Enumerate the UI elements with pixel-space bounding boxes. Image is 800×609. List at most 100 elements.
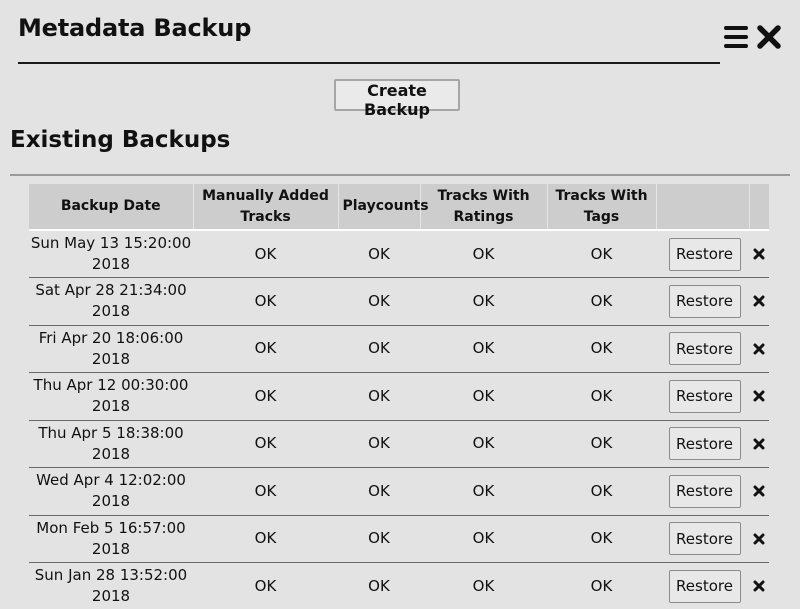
restore-cell: Restore	[656, 372, 749, 421]
restore-button[interactable]: Restore	[668, 379, 741, 413]
backups-table: Backup Date Manually Added Tracks Playco…	[29, 184, 769, 609]
tags-status: OK	[547, 230, 656, 278]
backup-date-line1: Wed Apr 4 12:02:00	[36, 471, 186, 490]
column-header-backup-date: Backup Date	[29, 184, 194, 231]
table-header-row: Backup Date Manually Added Tracks Playco…	[29, 184, 769, 231]
metadata-backup-panel: Metadata Backup Create Backup Existing B…	[0, 0, 800, 609]
table-row: Wed Apr 4 12:02:00 2018 OK OK OK OK Resto…	[29, 467, 769, 516]
backup-date-line2: 2018	[91, 587, 131, 606]
restore-button[interactable]: Restore	[668, 332, 741, 366]
playcounts-status: OK	[338, 372, 420, 421]
manual-status: OK	[193, 515, 338, 563]
table-row: Fri Apr 20 18:06:00 2018 OK OK OK OK Rest…	[29, 325, 769, 373]
backup-date-line1: Fri Apr 20 18:06:00	[38, 328, 184, 347]
delete-cell	[749, 372, 769, 421]
ratings-status: OK	[420, 372, 547, 421]
delete-cell	[749, 325, 769, 373]
restore-cell: Restore	[656, 325, 749, 373]
backup-date-line2: 2018	[91, 302, 131, 321]
backup-date-cell: Wed Apr 4 12:02:00 2018	[29, 467, 193, 516]
manual-status: OK	[193, 420, 338, 468]
restore-cell: Restore	[656, 420, 749, 468]
delete-cell	[749, 420, 769, 468]
tags-status: OK	[547, 515, 656, 563]
tags-status: OK	[547, 467, 656, 516]
backup-date-cell: Mon Feb 5 16:57:00 2018	[29, 515, 193, 563]
restore-button[interactable]: Restore	[668, 522, 741, 556]
delete-icon[interactable]	[753, 482, 765, 497]
backup-date-line1: Thu Apr 12 00:30:00	[33, 376, 189, 395]
delete-cell	[749, 230, 769, 278]
hamburger-menu-icon[interactable]	[724, 26, 748, 48]
restore-button[interactable]: Restore	[668, 427, 741, 461]
delete-icon[interactable]	[753, 435, 765, 450]
playcounts-status: OK	[338, 277, 420, 326]
backup-date-line1: Sun May 13 15:20:00	[30, 234, 192, 252]
tags-status: OK	[547, 372, 656, 421]
table-row: Sun Jan 28 13:52:00 2018 OK OK OK OK Rest…	[29, 562, 769, 609]
table-row: Sat Apr 28 21:34:00 2018 OK OK OK OK Rest…	[29, 277, 769, 326]
delete-icon[interactable]	[753, 387, 765, 402]
table-row: Thu Apr 12 00:30:00 2018 OK OK OK OK Rest…	[29, 372, 769, 421]
backup-date-line2: 2018	[91, 444, 131, 463]
backup-date-cell: Thu Apr 5 18:38:00 2018	[29, 420, 193, 468]
backup-date-line2: 2018	[91, 397, 131, 416]
backup-date-line1: Sat Apr 28 21:34:00	[35, 281, 187, 300]
delete-icon[interactable]	[753, 245, 765, 260]
playcounts-status: OK	[338, 467, 420, 516]
restore-button[interactable]: Restore	[668, 474, 741, 508]
backup-date-line2: 2018	[91, 349, 131, 368]
column-header-manually-added-tracks: Manually Added Tracks	[193, 184, 339, 231]
backup-date-cell: Thu Apr 12 00:30:00 2018	[29, 372, 193, 421]
playcounts-status: OK	[338, 562, 420, 609]
close-icon[interactable]	[756, 24, 782, 50]
manual-status: OK	[193, 277, 338, 326]
backup-date-line1: Sun Jan 28 13:52:00	[34, 566, 188, 585]
restore-button[interactable]: Restore	[668, 569, 741, 603]
delete-icon[interactable]	[753, 530, 765, 545]
column-header-delete	[749, 184, 769, 231]
column-header-tracks-with-ratings: Tracks With Ratings	[420, 184, 548, 231]
ratings-status: OK	[420, 230, 547, 278]
ratings-status: OK	[420, 277, 547, 326]
table-row: Thu Apr 5 18:38:00 2018 OK OK OK OK Resto…	[29, 420, 769, 468]
table-row: Sun May 13 15:20:00 2018 OK OK OK OK Rest…	[29, 230, 769, 278]
tags-status: OK	[547, 277, 656, 326]
backup-date-cell: Sun Jan 28 13:52:00 2018	[29, 562, 193, 609]
restore-cell: Restore	[656, 562, 749, 609]
tags-status: OK	[547, 420, 656, 468]
manual-status: OK	[193, 230, 338, 278]
playcounts-status: OK	[338, 230, 420, 278]
restore-button[interactable]: Restore	[668, 284, 741, 318]
section-divider	[10, 174, 790, 176]
tags-status: OK	[547, 562, 656, 609]
ratings-status: OK	[420, 325, 547, 373]
header-divider	[18, 62, 720, 64]
column-header-playcounts: Playcounts	[338, 184, 429, 231]
backup-date-line2: 2018	[91, 539, 131, 558]
manual-status: OK	[193, 325, 338, 373]
delete-cell	[749, 277, 769, 326]
manual-status: OK	[193, 562, 338, 609]
ratings-status: OK	[420, 467, 547, 516]
delete-icon[interactable]	[753, 292, 765, 307]
backup-date-cell: Sat Apr 28 21:34:00 2018	[29, 277, 193, 326]
playcounts-status: OK	[338, 420, 420, 468]
create-backup-button[interactable]: Create Backup	[334, 79, 460, 119]
ratings-status: OK	[420, 562, 547, 609]
ratings-status: OK	[420, 420, 547, 468]
delete-cell	[749, 467, 769, 516]
column-header-tracks-with-tags: Tracks With Tags	[547, 184, 657, 231]
manual-status: OK	[193, 467, 338, 516]
page-title: Metadata Backup	[18, 14, 252, 42]
section-title: Existing Backups	[10, 127, 231, 153]
tags-status: OK	[547, 325, 656, 373]
table-row: Mon Feb 5 16:57:00 2018 OK OK OK OK Resto…	[29, 515, 769, 563]
restore-button[interactable]: Restore	[668, 237, 741, 271]
delete-icon[interactable]	[753, 577, 765, 592]
backup-date-cell: Fri Apr 20 18:06:00 2018	[29, 325, 193, 373]
delete-cell	[749, 562, 769, 609]
playcounts-status: OK	[338, 325, 420, 373]
backup-date-line2: 2018	[91, 492, 131, 511]
delete-icon[interactable]	[753, 340, 765, 355]
